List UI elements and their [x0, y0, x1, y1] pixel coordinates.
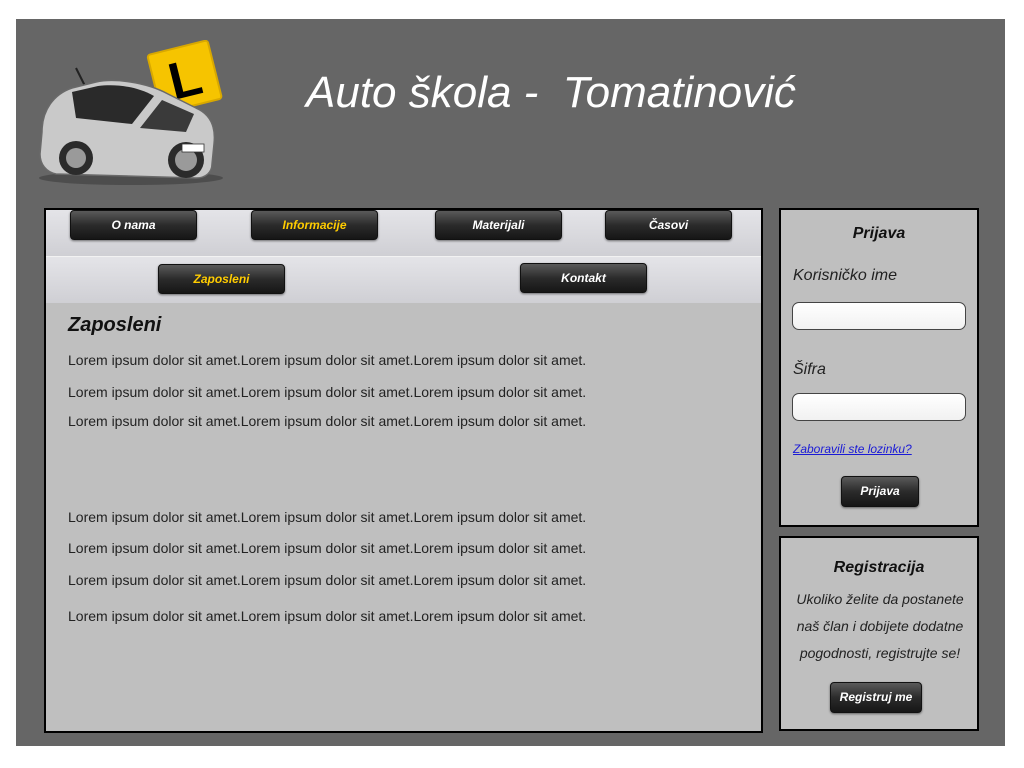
password-input[interactable] [792, 393, 966, 421]
nav-row-secondary: Zaposleni Kontakt [46, 257, 761, 303]
content-paragraph: Lorem ipsum dolor sit amet.Lorem ipsum d… [68, 572, 587, 588]
username-label: Korisničko ime [793, 267, 898, 284]
content-paragraph: Lorem ipsum dolor sit amet.Lorem ipsum d… [68, 509, 587, 525]
site-title: Auto škola - Tomatinović [306, 68, 796, 117]
nav-item-informacije[interactable]: Informacije [251, 210, 378, 240]
password-label: Šifra [793, 361, 826, 378]
registration-panel: Registracija Ukoliko želite da postanete… [779, 536, 979, 731]
nav-item-o-nama[interactable]: O nama [70, 210, 197, 240]
username-input[interactable] [792, 302, 966, 330]
content-paragraph: Lorem ipsum dolor sit amet.Lorem ipsum d… [68, 352, 587, 368]
registration-title: Registracija [833, 559, 925, 576]
login-panel: Prijava Korisničko ime Šifra Zaboravili … [779, 208, 979, 527]
forgot-password-link[interactable]: Zaboravili ste lozinku? [793, 442, 912, 456]
content-paragraph: Lorem ipsum dolor sit amet.Lorem ipsum d… [68, 540, 587, 556]
content-paragraph: Lorem ipsum dolor sit amet.Lorem ipsum d… [68, 413, 587, 429]
content-paragraph: Lorem ipsum dolor sit amet.Lorem ipsum d… [68, 608, 587, 624]
main-content-panel: O nama Informacije Materijali Časovi Zap… [44, 208, 763, 733]
nav-row-primary: O nama Informacije Materijali Časovi [46, 210, 761, 257]
content-title: Zaposleni [68, 314, 162, 336]
nav-item-casovi[interactable]: Časovi [605, 210, 732, 240]
car-logo-icon: L [39, 40, 223, 185]
nav-item-materijali[interactable]: Materijali [435, 210, 562, 240]
register-button[interactable]: Registruj me [830, 682, 922, 713]
nav-item-zaposleni[interactable]: Zaposleni [158, 264, 285, 294]
nav-item-kontakt[interactable]: Kontakt [520, 263, 647, 293]
login-title: Prijava [852, 225, 906, 242]
registration-text: Ukoliko želite da postanete naš član i d… [796, 591, 964, 661]
content-paragraph: Lorem ipsum dolor sit amet.Lorem ipsum d… [68, 384, 587, 400]
login-button[interactable]: Prijava [841, 476, 919, 507]
